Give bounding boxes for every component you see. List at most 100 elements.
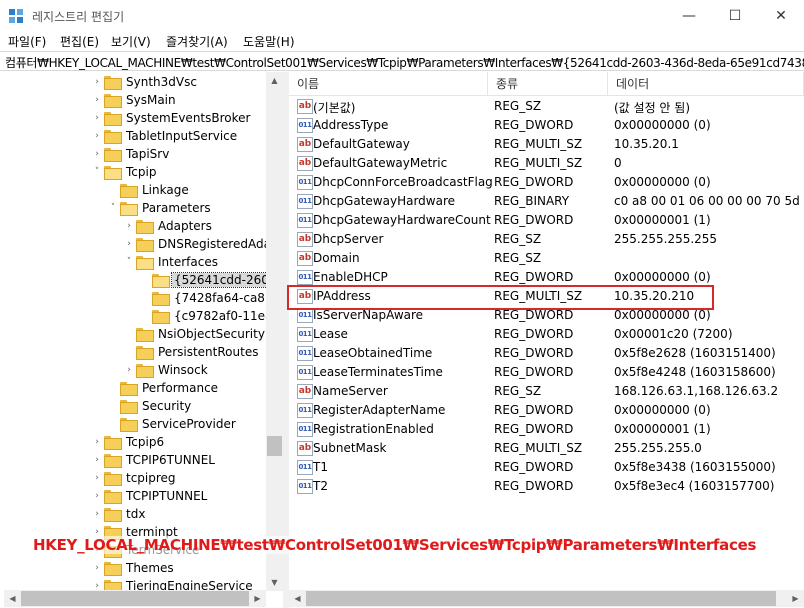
menu-edit[interactable]: 편집(E) — [60, 33, 99, 50]
expand-down-icon[interactable]: ˅ — [106, 199, 120, 217]
tree-item[interactable]: ˅ Parameters — [106, 199, 213, 217]
tree-item[interactable]: › SystemEventsBroker — [90, 109, 252, 127]
tree-item[interactable]: Performance — [106, 379, 220, 397]
scroll-right-icon[interactable]: ▶ — [787, 590, 804, 607]
tree-item[interactable]: Security — [106, 397, 193, 415]
scroll-left-icon[interactable]: ◀ — [4, 590, 21, 607]
tree-item[interactable]: NsiObjectSecurity — [122, 325, 267, 343]
folder-icon — [104, 472, 122, 486]
scroll-up-icon[interactable]: ▲ — [266, 72, 283, 89]
tree-item[interactable]: PersistentRoutes — [122, 343, 260, 361]
expand-right-icon[interactable]: › — [90, 91, 104, 109]
value-type: REG_SZ — [494, 251, 542, 265]
value-row[interactable]: 011 AddressType REG_DWORD 0x00000000 (0) — [289, 116, 804, 135]
tree-item[interactable]: › Adapters — [122, 217, 214, 235]
close-button[interactable]: ✕ — [758, 0, 804, 31]
tree-item[interactable]: › TabletInputService — [90, 127, 239, 145]
scroll-thumb[interactable] — [306, 591, 776, 606]
column-header-data[interactable]: 데이터 — [608, 72, 804, 96]
registry-tree[interactable]: › Synth3dVsc › SysMain › SystemEventsBroker › T… — [4, 72, 283, 606]
tree-item[interactable]: {7428fa64-ca87- — [138, 289, 279, 307]
expand-down-icon[interactable]: ˅ — [122, 253, 136, 271]
folder-icon — [136, 220, 154, 234]
value-row[interactable]: ab DhcpServer REG_SZ 255.255.255.255 — [289, 230, 804, 249]
expand-right-icon[interactable]: › — [90, 127, 104, 145]
value-data: 255.255.255.255 — [614, 232, 718, 246]
tree-item[interactable]: › SysMain — [90, 91, 178, 109]
scroll-down-icon[interactable]: ▼ — [266, 574, 283, 591]
value-row[interactable]: ab DefaultGatewayMetric REG_MULTI_SZ 0 — [289, 154, 804, 173]
value-row[interactable]: ab DefaultGateway REG_MULTI_SZ 10.35.20.1 — [289, 135, 804, 154]
tree-item-label: ServiceProvider — [142, 417, 236, 431]
tree-item[interactable]: ˅ Tcpip — [90, 163, 158, 181]
value-row[interactable]: ab NameServer REG_SZ 168.126.63.1,168.126.6… — [289, 382, 804, 401]
expand-right-icon[interactable]: › — [90, 559, 104, 577]
scroll-left-icon[interactable]: ◀ — [289, 590, 306, 607]
tree-horizontal-scrollbar[interactable]: ◀ ▶ — [4, 590, 266, 607]
expand-right-icon[interactable]: › — [90, 145, 104, 163]
value-row[interactable]: 011 Lease REG_DWORD 0x00001c20 (7200) — [289, 325, 804, 344]
value-row[interactable]: ab (기본값) REG_SZ (값 설정 안 됨) — [289, 97, 804, 116]
tree-item[interactable]: › DNSRegisteredAdapt — [122, 235, 283, 253]
tree-item[interactable]: › Winsock — [122, 361, 210, 379]
tree-vertical-scrollbar[interactable]: ▲ ▼ — [266, 72, 283, 591]
value-row[interactable]: 011 DhcpGatewayHardwareCount REG_DWORD 0x00… — [289, 211, 804, 230]
tree-item[interactable]: {c9782af0-11e8- — [138, 307, 279, 325]
tree-item[interactable]: › TapiSrv — [90, 145, 171, 163]
expand-right-icon[interactable]: › — [122, 361, 136, 379]
tree-item[interactable]: › Themes — [90, 559, 176, 577]
tree-item-label: Tcpip6 — [126, 435, 165, 449]
scroll-right-icon[interactable]: ▶ — [249, 590, 266, 607]
minimize-button[interactable]: — — [666, 0, 712, 31]
expand-right-icon[interactable]: › — [90, 451, 104, 469]
value-data: (값 설정 안 됨) — [614, 101, 691, 115]
value-row[interactable]: 011 RegistrationEnabled REG_DWORD 0x0000000… — [289, 420, 804, 439]
tree-item[interactable]: › TCPIP6TUNNEL — [90, 451, 217, 469]
tree-item[interactable]: Linkage — [106, 181, 191, 199]
values-list[interactable]: 이름 종류 데이터 ab (기본값) REG_SZ (값 설정 안 됨) 011 Addr… — [289, 72, 804, 590]
value-type: REG_DWORD — [494, 422, 574, 436]
expand-right-icon[interactable]: › — [90, 109, 104, 127]
value-name: DhcpServer — [313, 232, 384, 246]
column-header-type[interactable]: 종류 — [488, 72, 608, 96]
menu-view[interactable]: 보기(V) — [111, 33, 151, 50]
expand-right-icon[interactable]: › — [122, 235, 136, 253]
value-row[interactable]: ab SubnetMask REG_MULTI_SZ 255.255.255.0 — [289, 439, 804, 458]
menu-file[interactable]: 파일(F) — [8, 33, 46, 50]
tree-item[interactable]: ServiceProvider — [106, 415, 238, 433]
tree-item[interactable]: › tcpipreg — [90, 469, 178, 487]
expand-right-icon[interactable]: › — [90, 505, 104, 523]
value-row[interactable]: ab Domain REG_SZ — [289, 249, 804, 268]
address-bar[interactable]: 컴퓨터₩HKEY_LOCAL_MACHINE₩test₩ControlSet00… — [0, 51, 804, 71]
scroll-thumb[interactable] — [267, 436, 282, 456]
tree-item[interactable]: ˅ Interfaces — [122, 253, 220, 271]
value-row[interactable]: 011 RegisterAdapterName REG_DWORD 0x0000000… — [289, 401, 804, 420]
column-header-name[interactable]: 이름 — [289, 72, 488, 96]
value-data: 0x00001c20 (7200) — [614, 327, 733, 341]
menu-favorites[interactable]: 즐겨찾기(A) — [166, 33, 228, 50]
expand-right-icon[interactable]: › — [122, 217, 136, 235]
expand-right-icon[interactable]: › — [90, 469, 104, 487]
tree-item[interactable]: › Tcpip6 — [90, 433, 166, 451]
address-path[interactable]: 컴퓨터₩HKEY_LOCAL_MACHINE₩test₩ControlSet00… — [5, 54, 804, 71]
expand-right-icon[interactable]: › — [90, 73, 104, 91]
tree-item[interactable]: {52641cdd-2603- — [138, 271, 283, 289]
scroll-thumb[interactable] — [21, 591, 249, 606]
list-horizontal-scrollbar[interactable]: ◀ ▶ — [289, 590, 804, 607]
value-row[interactable]: 011 T1 REG_DWORD 0x5f8e3438 (1603155000) — [289, 458, 804, 477]
value-row[interactable]: 011 LeaseObtainedTime REG_DWORD 0x5f8e2628 … — [289, 344, 804, 363]
tree-item[interactable]: › tdx — [90, 505, 147, 523]
menu-help[interactable]: 도움말(H) — [243, 33, 295, 50]
tree-item[interactable]: › TCPIPTUNNEL — [90, 487, 209, 505]
expand-right-icon[interactable]: › — [90, 487, 104, 505]
tree-item-label: {c9782af0-11e8- — [174, 309, 277, 323]
maximize-button[interactable]: ☐ — [712, 0, 758, 31]
value-row[interactable]: 011 DhcpGatewayHardware REG_BINARY c0 a8 00… — [289, 192, 804, 211]
string-value-icon: ab — [297, 156, 313, 171]
tree-item[interactable]: › Synth3dVsc — [90, 73, 199, 91]
value-row[interactable]: 011 DhcpConnForceBroadcastFlag REG_DWORD 0x… — [289, 173, 804, 192]
expand-down-icon[interactable]: ˅ — [90, 163, 104, 181]
value-row[interactable]: 011 T2 REG_DWORD 0x5f8e3ec4 (1603157700) — [289, 477, 804, 496]
expand-right-icon[interactable]: › — [90, 433, 104, 451]
value-row[interactable]: 011 LeaseTerminatesTime REG_DWORD 0x5f8e424… — [289, 363, 804, 382]
